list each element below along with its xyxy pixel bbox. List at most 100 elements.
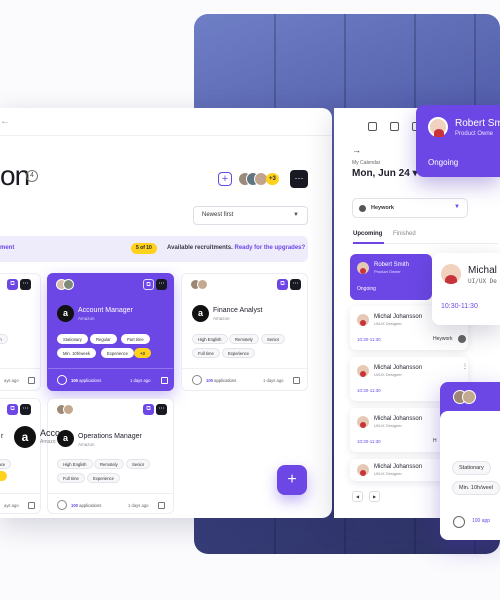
posted-ago: 1 days ago — [130, 378, 151, 383]
card-tools: ⧉ ⋯ — [5, 404, 31, 422]
more-tags-badge[interactable] — [0, 471, 7, 481]
amazon-logo: a — [57, 305, 74, 322]
tab-underline — [353, 242, 384, 244]
more-icon[interactable]: ⋯ — [20, 404, 31, 415]
copy-icon[interactable]: ⧉ — [7, 404, 18, 415]
event-popup-robert[interactable]: Robert Sm Product Owne Ongoing — [416, 105, 500, 177]
chevron-down-icon: ▼ — [454, 204, 460, 210]
job-title: Finance Analyst — [213, 307, 263, 314]
calendar-icon — [158, 502, 165, 509]
avatar — [428, 117, 448, 137]
company-name: Amazo — [40, 439, 56, 445]
workspace-select-value: Heywork — [371, 205, 394, 211]
job-tag: Senior — [126, 459, 151, 469]
copy-icon[interactable]: ⧉ — [7, 279, 18, 290]
event-popup-michal[interactable]: Michal UI/UX De 10:30-11:30 — [432, 253, 500, 325]
arrow-right-icon[interactable]: → — [352, 145, 361, 155]
company-name: Amazon — [213, 316, 230, 321]
event-place: Heywork — [433, 336, 453, 342]
chat-icon[interactable] — [390, 122, 399, 131]
amazon-logo: a — [192, 305, 209, 322]
add-recruitment-button[interactable]: + — [277, 465, 307, 495]
applications-count: 100 applications — [71, 503, 102, 508]
card-avatars — [190, 279, 212, 291]
notes-icon[interactable] — [368, 122, 377, 131]
add-member-button[interactable]: + — [218, 172, 232, 186]
applications-icon — [453, 516, 465, 528]
event-role: UI/UX Designer — [374, 321, 402, 326]
popup-status: Ongoing — [428, 158, 459, 167]
avatar — [357, 314, 369, 326]
more-icon[interactable]: ⋯ — [156, 404, 167, 415]
event-card-active[interactable]: Robert Smith Product Owner Ongoing — [350, 254, 432, 300]
company-name: Amazon — [78, 316, 95, 321]
job-card-account-manager[interactable]: ⧉ ⋯ a Account Manager Amazon Stationary R… — [47, 273, 174, 391]
workspace-select[interactable]: Heywork ▼ — [352, 198, 468, 218]
job-card-finance-analyst[interactable]: ⧉ ⋯ a Finance Analyst Amazon High English… — [181, 273, 308, 391]
event-role: Product Owner — [374, 269, 401, 274]
applications-count: 100 app — [472, 518, 491, 524]
copy-icon[interactable]: ⧉ — [143, 404, 154, 415]
next-page-button[interactable]: ▶ — [369, 491, 380, 502]
chevron-down-icon: ▼ — [293, 212, 299, 218]
posted-ago: ays ago — [4, 378, 19, 383]
applications-icon — [192, 375, 202, 385]
event-person: Michal Johansson — [374, 365, 423, 371]
job-card-partial[interactable]: ⧉⋯ ion ays ago — [0, 273, 41, 391]
place-icon — [458, 335, 466, 343]
popup-role: Product Owne — [455, 131, 494, 137]
calendar-date[interactable]: Mon, Jun 24 ▾ — [352, 168, 418, 179]
company-name: Amazon — [78, 442, 95, 447]
popup-role: UI/UX De — [468, 278, 497, 285]
job-tag: Stationary — [452, 461, 491, 475]
event-role: UI/UX Designer — [374, 471, 402, 476]
job-tag: ion — [0, 334, 8, 344]
more-options-button[interactable]: ⋯ — [290, 170, 308, 188]
event-menu-icon[interactable]: ⋮ — [462, 363, 468, 370]
job-tag: Experience — [222, 348, 255, 358]
more-icon[interactable]: ⋯ — [20, 279, 31, 290]
upgrade-link[interactable]: Ready for the upgrades? — [234, 245, 305, 251]
card-avatars — [56, 404, 78, 416]
tab-upcoming[interactable]: Upcoming — [353, 231, 382, 237]
card-avatars — [56, 279, 78, 291]
job-tag: Stationary — [57, 334, 88, 344]
copy-icon[interactable]: ⧉ — [143, 279, 154, 290]
job-card-operations-manager[interactable]: ⧉ ⋯ a Operations Manager Amazon High Engl… — [47, 398, 174, 514]
sort-select[interactable]: Newest first ▼ — [193, 206, 308, 225]
event-status: Ongoing — [357, 286, 376, 292]
recruitment-limit-banner: ment 5 of 10 Available recruitments. Rea… — [0, 236, 308, 262]
job-card-partial[interactable]: ⧉⋯ r ence ays ago — [0, 398, 41, 514]
job-tag: Full time — [57, 473, 85, 483]
recruitment-count-badge: 4 — [26, 170, 38, 182]
back-icon[interactable]: ← — [0, 116, 10, 127]
amazon-logo: a — [14, 426, 36, 448]
avatar — [357, 416, 369, 428]
job-title: Operations Manager — [78, 433, 142, 440]
more-tags-badge[interactable]: +3 — [134, 348, 151, 358]
more-members-badge[interactable]: +3 — [266, 173, 279, 185]
applications-count: 100 applications — [71, 378, 102, 383]
applications-icon — [57, 500, 67, 510]
copy-icon[interactable]: ⧉ — [277, 279, 288, 290]
event-time: 10:30-11:30 — [357, 388, 381, 393]
posted-ago: 1 days ago — [263, 378, 284, 383]
job-tag: Remotely — [94, 459, 124, 469]
event-role: UI/UX Designer — [374, 372, 402, 377]
event-person: Robert Smith — [374, 262, 410, 268]
avatar — [357, 464, 369, 476]
more-icon[interactable]: ⋯ — [156, 279, 167, 290]
posted-ago: 1 days ago — [128, 503, 149, 508]
job-tag: High English — [192, 334, 228, 344]
card-tools: ⧉ ⋯ — [275, 279, 301, 297]
window-topbar: ← — [0, 108, 332, 136]
calendar-icon — [293, 377, 300, 384]
job-title: Account Manager — [78, 307, 133, 314]
applications-icon — [57, 375, 67, 385]
tab-finished[interactable]: Finished — [393, 231, 416, 237]
prev-page-button[interactable]: ◀ — [352, 491, 363, 502]
avatar — [357, 262, 369, 274]
popup-person: Michal — [468, 265, 497, 276]
avatar — [357, 365, 369, 377]
more-icon[interactable]: ⋯ — [290, 279, 301, 290]
